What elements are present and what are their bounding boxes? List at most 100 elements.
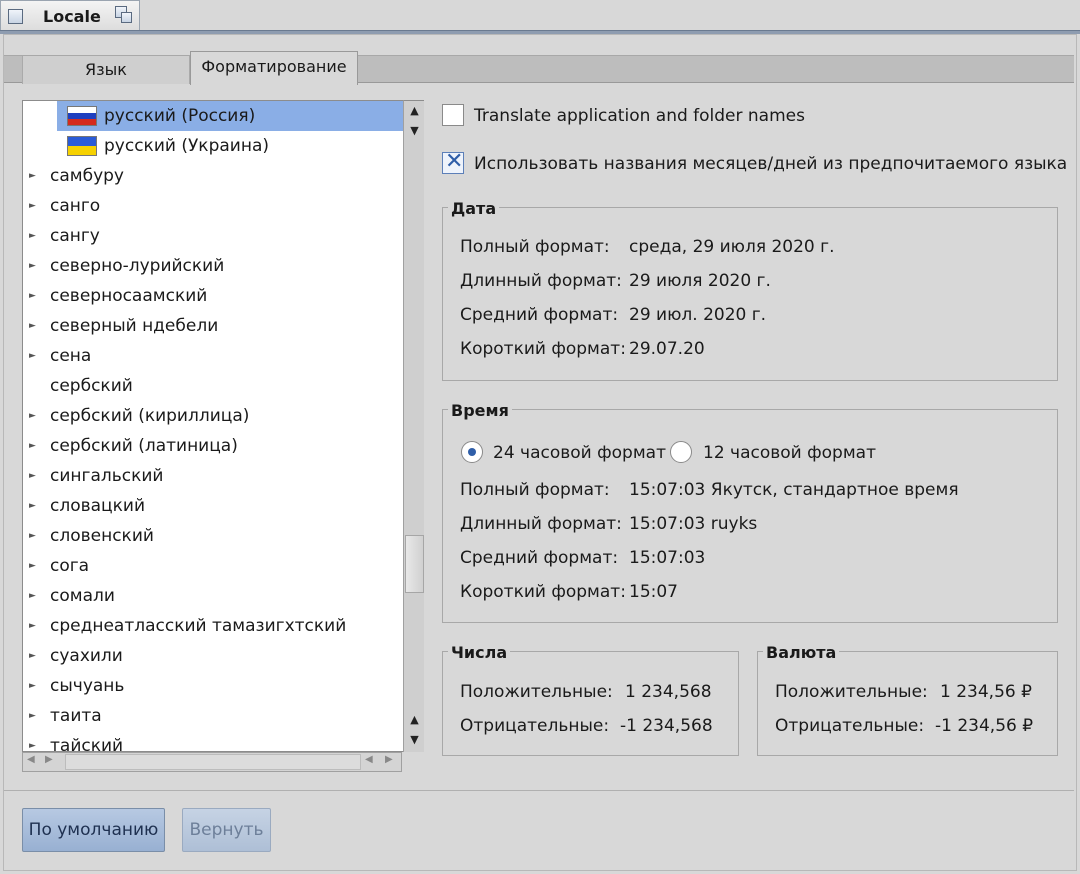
scroll-thumb[interactable] xyxy=(405,535,424,593)
expand-arrow-icon[interactable]: ► xyxy=(29,611,36,641)
date-medium-value: 29 июл. 2020 г. xyxy=(629,305,767,325)
scroll-down-icon[interactable]: ▼ xyxy=(405,731,424,749)
tab-bar: Язык Форматирование xyxy=(4,51,1074,85)
tab-language[interactable]: Язык xyxy=(22,56,190,84)
expand-arrow-icon[interactable]: ► xyxy=(29,161,36,191)
expand-arrow-icon[interactable]: ► xyxy=(29,461,36,491)
radio-24-hour[interactable] xyxy=(461,441,483,463)
list-vertical-scrollbar[interactable]: ▲ ▼ ▲ ▼ xyxy=(403,100,424,752)
expand-arrow-icon[interactable]: ► xyxy=(29,191,36,221)
date-short-value: 29.07.20 xyxy=(629,339,705,359)
date-full-value: среда, 29 июля 2020 г. xyxy=(629,237,835,257)
russia-flag-icon xyxy=(67,106,97,126)
list-item[interactable]: ► северносаамский xyxy=(23,281,403,311)
window-tab[interactable]: Locale xyxy=(0,0,140,31)
time-medium-value: 15:07:03 xyxy=(629,548,706,568)
currency-positive-value: 1 234,56 ₽ xyxy=(940,682,1032,702)
translate-names-checkbox[interactable] xyxy=(442,104,464,126)
expand-arrow-icon[interactable]: ► xyxy=(29,491,36,521)
date-short-label: Короткий формат: xyxy=(460,339,626,359)
scroll-down-icon[interactable]: ▼ xyxy=(405,122,424,140)
list-item[interactable]: ► среднеатласский тамазигхтский xyxy=(23,611,403,641)
date-long-label: Длинный формат: xyxy=(460,271,622,291)
zoom-icon[interactable] xyxy=(8,9,23,24)
list-item[interactable]: ► самбуру xyxy=(23,161,403,191)
revert-button[interactable]: Вернуть xyxy=(182,808,271,852)
resize-icon[interactable] xyxy=(115,6,133,24)
expand-arrow-icon[interactable]: ► xyxy=(29,311,36,341)
scroll-right-icon[interactable]: ▶ xyxy=(45,754,53,765)
list-item[interactable]: ► сингальский xyxy=(23,461,403,491)
list-item[interactable]: ► словацкий xyxy=(23,491,403,521)
expand-arrow-icon[interactable]: ► xyxy=(29,731,36,751)
date-long-value: 29 июля 2020 г. xyxy=(629,271,771,291)
expand-arrow-icon[interactable]: ► xyxy=(29,701,36,731)
list-item[interactable]: ► суахили xyxy=(23,641,403,671)
list-item[interactable]: ► санго xyxy=(23,191,403,221)
use-month-names-checkbox[interactable]: ✕ xyxy=(442,149,464,174)
scroll-left-icon[interactable]: ◀ xyxy=(27,754,35,765)
time-long-value: 15:07:03 ruyks xyxy=(629,514,758,534)
scroll-up-icon[interactable]: ▲ xyxy=(405,711,424,729)
default-button[interactable]: По умолчанию xyxy=(22,808,165,852)
language-list[interactable]: русский (Россия) русский (Украина) ► самб… xyxy=(22,100,424,752)
expand-arrow-icon[interactable]: ► xyxy=(29,521,36,551)
time-full-label: Полный формат: xyxy=(460,480,610,500)
list-item[interactable]: ► сангу xyxy=(23,221,403,251)
list-horizontal-scrollbar[interactable]: ◀ ▶ ◀ ▶ xyxy=(22,752,402,772)
list-item[interactable]: ► сомали xyxy=(23,581,403,611)
list-item[interactable]: ► сычуань xyxy=(23,671,403,701)
currency-negative-value: -1 234,56 ₽ xyxy=(935,716,1034,736)
time-long-label: Длинный формат: xyxy=(460,514,622,534)
list-item[interactable]: ► таита xyxy=(23,701,403,731)
time-short-label: Короткий формат: xyxy=(460,582,626,602)
numbers-negative-label: Отрицательные: xyxy=(460,716,610,736)
expand-arrow-icon[interactable]: ► xyxy=(29,431,36,461)
list-item[interactable]: ► северный ндебели xyxy=(23,311,403,341)
date-medium-label: Средний формат: xyxy=(460,305,619,325)
use-month-names-label: Использовать названия месяцев/дней из пр… xyxy=(474,154,1068,174)
expand-arrow-icon[interactable]: ► xyxy=(29,401,36,431)
list-item[interactable]: ► сога xyxy=(23,551,403,581)
list-item-russian-ukraine[interactable]: русский (Украина) xyxy=(23,131,403,161)
currency-positive-label: Положительные: xyxy=(775,682,928,702)
list-item[interactable]: ► словенский xyxy=(23,521,403,551)
scroll-left-icon[interactable]: ◀ xyxy=(365,754,373,765)
list-item[interactable]: ► тайский xyxy=(23,731,403,751)
currency-group xyxy=(757,651,1058,756)
window-title: Locale xyxy=(43,7,101,26)
checkmark-icon: ✕ xyxy=(445,149,464,174)
time-short-value: 15:07 xyxy=(629,582,678,602)
radio-12-hour[interactable] xyxy=(670,441,692,463)
time-medium-label: Средний формат: xyxy=(460,548,619,568)
numbers-negative-value: -1 234,568 xyxy=(620,716,713,736)
time-full-value: 15:07:03 Якутск, стандартное время xyxy=(629,480,959,500)
expand-arrow-icon[interactable]: ► xyxy=(29,341,36,371)
expand-arrow-icon[interactable]: ► xyxy=(29,281,36,311)
scroll-up-icon[interactable]: ▲ xyxy=(405,102,424,120)
list-item[interactable]: ► сена xyxy=(23,341,403,371)
expand-arrow-icon[interactable]: ► xyxy=(29,221,36,251)
expand-arrow-icon[interactable]: ► xyxy=(29,671,36,701)
date-full-label: Полный формат: xyxy=(460,237,610,257)
ukraine-flag-icon xyxy=(67,136,97,156)
translate-names-label: Translate application and folder names xyxy=(474,106,805,126)
numbers-positive-label: Положительные: xyxy=(460,682,613,702)
list-item-russian-russia[interactable]: русский (Россия) xyxy=(57,101,403,131)
numbers-group xyxy=(442,651,739,756)
scroll-right-icon[interactable]: ▶ xyxy=(385,754,393,765)
expand-arrow-icon[interactable]: ► xyxy=(29,551,36,581)
scroll-thumb[interactable] xyxy=(65,754,361,770)
expand-arrow-icon[interactable]: ► xyxy=(29,641,36,671)
expand-arrow-icon[interactable]: ► xyxy=(29,581,36,611)
list-item[interactable]: ► сербский (кириллица) xyxy=(23,401,403,431)
list-item[interactable]: ► сербский (латиница) xyxy=(23,431,403,461)
expand-arrow-icon[interactable]: ► xyxy=(29,251,36,281)
time-group-title: Время xyxy=(448,401,512,420)
currency-group-title: Валюта xyxy=(763,643,840,662)
list-item[interactable]: ► северно-лурийский xyxy=(23,251,403,281)
bottom-divider xyxy=(4,790,1074,791)
currency-negative-label: Отрицательные: xyxy=(775,716,925,736)
tab-formatting[interactable]: Форматирование xyxy=(190,51,358,85)
list-item[interactable]: сербский xyxy=(23,371,403,401)
